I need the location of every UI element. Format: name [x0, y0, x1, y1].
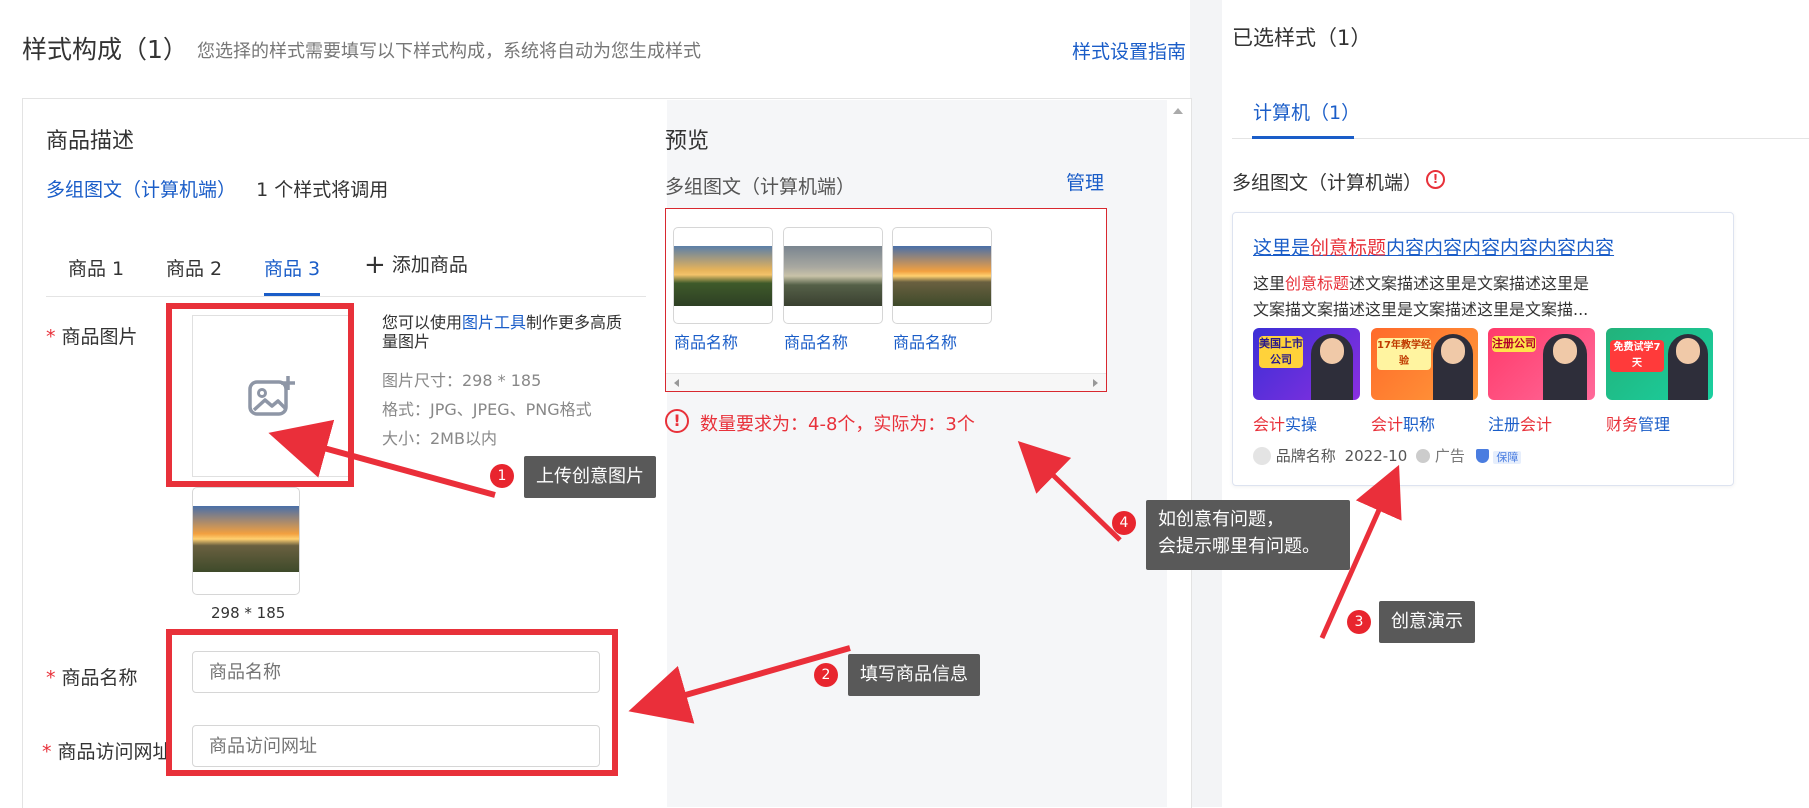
annotation-error: 如创意有问题， 会提示哪里有问题。	[1146, 500, 1350, 570]
annotation-badge-3: 3	[1347, 610, 1371, 634]
annotation-info: 填写商品信息	[848, 654, 980, 696]
annotation-upload: 上传创意图片	[524, 456, 656, 498]
annotation-demo: 创意演示	[1379, 601, 1475, 643]
annotation-badge-2: 2	[814, 663, 838, 687]
annotation-badge-1: 1	[490, 464, 514, 488]
annotation-badge-4: 4	[1112, 511, 1136, 535]
arrow-error	[1017, 441, 1122, 542]
arrow-upload	[268, 419, 496, 498]
